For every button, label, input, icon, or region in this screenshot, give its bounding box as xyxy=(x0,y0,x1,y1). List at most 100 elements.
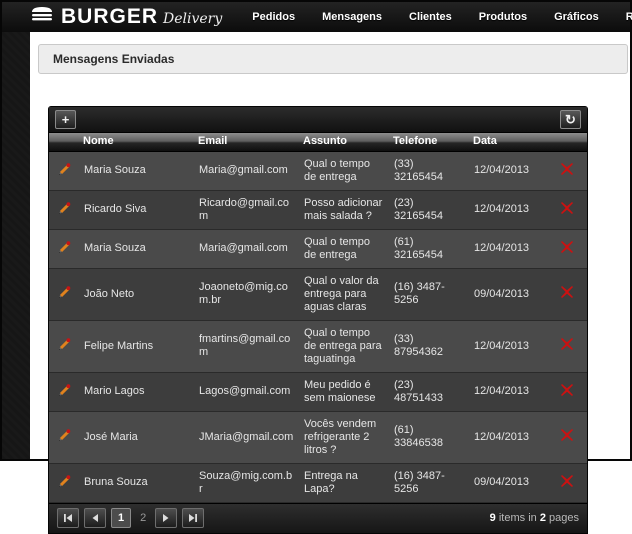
cell-nome: Felipe Martins xyxy=(79,320,194,372)
cell-email: Souza@mig.com.br xyxy=(194,463,299,502)
cell-data: 12/04/2013 xyxy=(469,229,546,268)
page-title: Mensagens Enviadas xyxy=(53,52,174,66)
pagination-bar: 1 2 9 items in 2 pages xyxy=(49,503,587,533)
cell-telefone: (33) 32165454 xyxy=(389,151,469,190)
pager-summary: 9 items in 2 pages xyxy=(490,512,579,524)
cell-assunto: Posso adicionar mais salada ? xyxy=(299,190,389,229)
cell-assunto: Vocês vendem refrigerante 2 litros ? xyxy=(299,411,389,463)
cell-nome: Mario Lagos xyxy=(79,372,194,411)
cell-email: JMaria@gmail.com xyxy=(194,411,299,463)
nav-item-mensagens[interactable]: Mensagens xyxy=(322,11,382,23)
cell-data: 09/04/2013 xyxy=(469,463,546,502)
edit-pencil-icon[interactable] xyxy=(57,162,71,180)
page-number-1[interactable]: 1 xyxy=(111,508,131,528)
table-header-row: Nome Email Assunto Telefone Data xyxy=(49,133,587,151)
cell-email: Maria@gmail.com xyxy=(194,229,299,268)
left-sidebar-strip xyxy=(2,32,30,459)
cell-email: Joaoneto@mig.com.br xyxy=(194,268,299,320)
main-content: Mensagens Enviadas + ↻ xyxy=(30,32,630,459)
table-row[interactable]: Ricardo Siva Ricardo@gmail.com Posso adi… xyxy=(49,190,587,229)
column-header-assunto[interactable]: Assunto xyxy=(299,133,389,151)
delete-icon[interactable] xyxy=(561,163,573,179)
brand-name: BURGER xyxy=(61,5,158,29)
page-number-2[interactable]: 2 xyxy=(134,509,152,527)
delete-icon[interactable] xyxy=(561,475,573,491)
cell-telefone: (61) 33846538 xyxy=(389,411,469,463)
cell-data: 12/04/2013 xyxy=(469,372,546,411)
edit-pencil-icon[interactable] xyxy=(57,383,71,401)
nav-item-graficos[interactable]: Gráficos xyxy=(554,11,599,23)
table-row[interactable]: Maria Souza Maria@gmail.com Qual o tempo… xyxy=(49,229,587,268)
edit-pencil-icon[interactable] xyxy=(57,337,71,355)
edit-pencil-icon[interactable] xyxy=(57,285,71,303)
edit-pencil-icon[interactable] xyxy=(57,201,71,219)
table-row[interactable]: José Maria JMaria@gmail.com Vocês vendem… xyxy=(49,411,587,463)
nav-item-relatorios[interactable]: Relatórios xyxy=(626,11,632,23)
grid-toolbar: + ↻ xyxy=(49,107,587,133)
delete-icon[interactable] xyxy=(561,286,573,302)
table-row[interactable]: Mario Lagos Lagos@gmail.com Meu pedido é… xyxy=(49,372,587,411)
top-navbar: BURGER Delivery Pedidos Mensagens Client… xyxy=(2,2,630,32)
cell-telefone: (16) 3487-5256 xyxy=(389,268,469,320)
nav-item-produtos[interactable]: Produtos xyxy=(479,11,527,23)
cell-data: 12/04/2013 xyxy=(469,320,546,372)
delete-icon[interactable] xyxy=(561,338,573,354)
cell-data: 12/04/2013 xyxy=(469,151,546,190)
cell-telefone: (23) 32165454 xyxy=(389,190,469,229)
refresh-button[interactable]: ↻ xyxy=(560,110,581,129)
table-row[interactable]: Felipe Martins fmartins@gmail.com Qual o… xyxy=(49,320,587,372)
delete-icon[interactable] xyxy=(561,241,573,257)
table-row[interactable]: Maria Souza Maria@gmail.com Qual o tempo… xyxy=(49,151,587,190)
first-page-button[interactable] xyxy=(57,508,79,528)
prev-page-button[interactable] xyxy=(84,508,106,528)
table-body: Maria Souza Maria@gmail.com Qual o tempo… xyxy=(49,151,587,502)
edit-pencil-icon[interactable] xyxy=(57,428,71,446)
cell-telefone: (33) 87954362 xyxy=(389,320,469,372)
page-title-bar: Mensagens Enviadas xyxy=(38,44,628,74)
cell-email: Ricardo@gmail.com xyxy=(194,190,299,229)
messages-table: Nome Email Assunto Telefone Data xyxy=(49,133,587,503)
cell-nome: Bruna Souza xyxy=(79,463,194,502)
cell-assunto: Qual o tempo de entrega para taguatinga xyxy=(299,320,389,372)
cell-assunto: Entrega na Lapa? xyxy=(299,463,389,502)
cell-telefone: (61) 32165454 xyxy=(389,229,469,268)
cell-nome: João Neto xyxy=(79,268,194,320)
delete-icon[interactable] xyxy=(561,429,573,445)
header-delete-spacer xyxy=(546,133,587,151)
cell-assunto: Qual o valor da entrega para aguas clara… xyxy=(299,268,389,320)
nav-item-pedidos[interactable]: Pedidos xyxy=(252,11,295,23)
table-row[interactable]: Bruna Souza Souza@mig.com.br Entrega na … xyxy=(49,463,587,502)
cell-nome: Maria Souza xyxy=(79,151,194,190)
delete-icon[interactable] xyxy=(561,202,573,218)
delete-icon[interactable] xyxy=(561,384,573,400)
last-page-button[interactable] xyxy=(182,508,204,528)
cell-telefone: (23) 48751433 xyxy=(389,372,469,411)
add-message-button[interactable]: + xyxy=(55,110,76,129)
column-header-nome[interactable]: Nome xyxy=(79,133,194,151)
plus-icon: + xyxy=(62,112,70,128)
refresh-icon: ↻ xyxy=(565,112,576,128)
column-header-email[interactable]: Email xyxy=(194,133,299,151)
column-header-data[interactable]: Data xyxy=(469,133,546,151)
edit-pencil-icon[interactable] xyxy=(57,240,71,258)
burger-icon xyxy=(30,6,54,28)
brand-logo: BURGER Delivery xyxy=(30,5,222,29)
column-header-telefone[interactable]: Telefone xyxy=(389,133,469,151)
table-row[interactable]: João Neto Joaoneto@mig.com.br Qual o val… xyxy=(49,268,587,320)
cell-assunto: Qual o tempo de entrega xyxy=(299,229,389,268)
cell-email: fmartins@gmail.com xyxy=(194,320,299,372)
nav-item-clientes[interactable]: Clientes xyxy=(409,11,452,23)
next-page-button[interactable] xyxy=(155,508,177,528)
header-edit-spacer xyxy=(49,133,79,151)
cell-assunto: Meu pedido é sem maionese xyxy=(299,372,389,411)
cell-telefone: (16) 3487-5256 xyxy=(389,463,469,502)
brand-suffix: Delivery xyxy=(163,11,222,27)
cell-email: Maria@gmail.com xyxy=(194,151,299,190)
cell-email: Lagos@gmail.com xyxy=(194,372,299,411)
messages-grid: + ↻ Nome Email Assunto xyxy=(48,106,588,534)
cell-data: 09/04/2013 xyxy=(469,268,546,320)
cell-nome: José Maria xyxy=(79,411,194,463)
cell-data: 12/04/2013 xyxy=(469,190,546,229)
cell-nome: Maria Souza xyxy=(79,229,194,268)
edit-pencil-icon[interactable] xyxy=(57,474,71,492)
